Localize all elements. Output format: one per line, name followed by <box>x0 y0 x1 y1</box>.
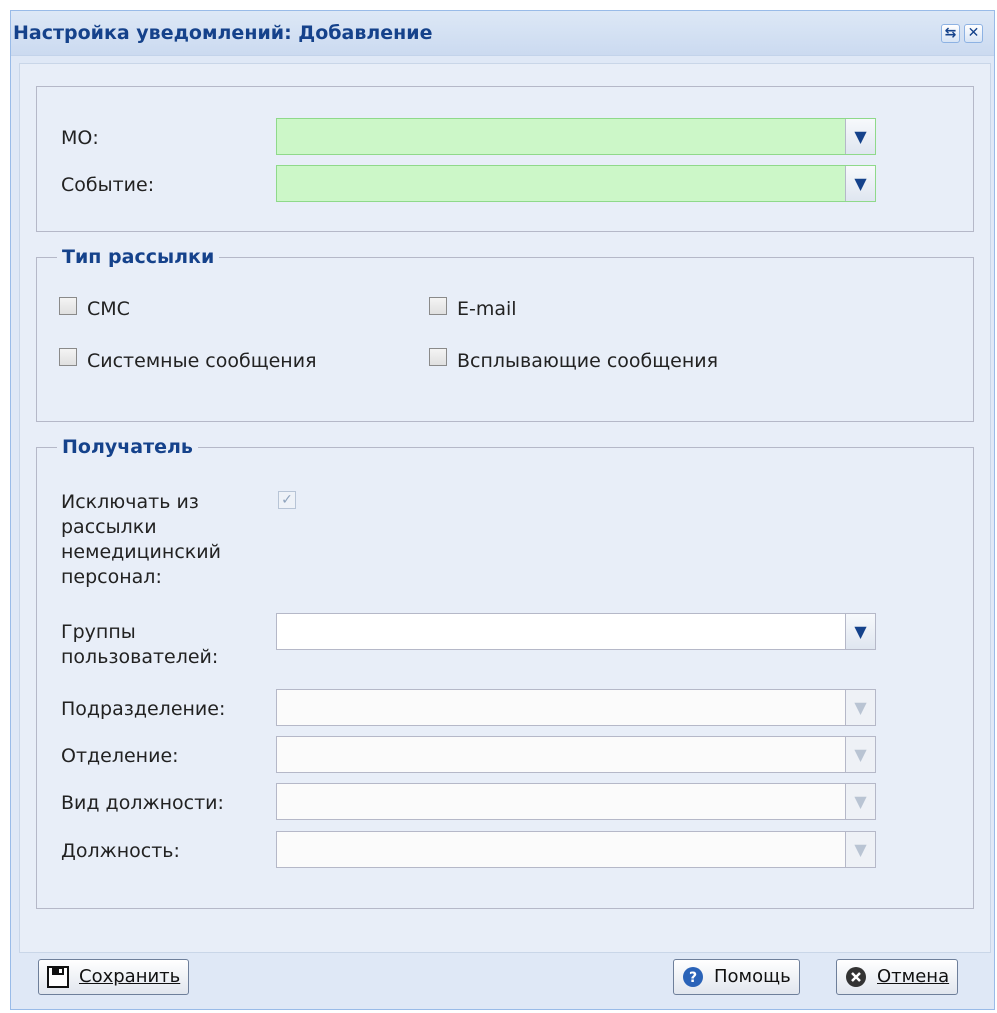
cancel-button[interactable]: Отмена <box>836 959 959 995</box>
system-messages-label: Системные сообщения <box>87 350 317 372</box>
position-input[interactable] <box>277 832 845 867</box>
event-label: Событие: <box>61 174 155 196</box>
popup-messages-checkbox[interactable] <box>429 348 447 366</box>
save-icon <box>47 966 69 988</box>
position-dropdown-icon[interactable]: ▼ <box>845 832 875 867</box>
position-type-input[interactable] <box>277 784 845 819</box>
save-label: Сохранить <box>79 966 181 987</box>
sms-checkbox[interactable] <box>59 297 77 315</box>
mailing-type-panel: Тип рассылки СМС E-mail Системные сообще… <box>36 246 974 422</box>
exclude-label-line: персонал: <box>61 566 162 588</box>
position-type-combo[interactable]: ▼ <box>276 783 876 820</box>
department-combo[interactable]: ▼ <box>276 736 876 773</box>
department-input[interactable] <box>277 737 845 772</box>
main-fields-panel: МО: ▼ Событие: ▼ <box>36 86 974 232</box>
email-checkbox[interactable] <box>429 297 447 315</box>
mo-input[interactable] <box>277 119 845 154</box>
subdivision-dropdown-icon[interactable]: ▼ <box>845 690 875 725</box>
recipient-panel: Получатель Исключать из рассылки немедиц… <box>36 436 974 909</box>
email-label: E-mail <box>457 298 517 320</box>
exclude-label-line: Исключать из <box>61 491 199 513</box>
mo-dropdown-icon[interactable]: ▼ <box>845 119 875 154</box>
subdivision-label: Подразделение: <box>61 698 226 720</box>
position-type-label: Вид должности: <box>61 792 224 814</box>
user-groups-label: Группы пользователей: <box>61 620 218 670</box>
exclude-nonmedical-label: Исключать из рассылки немедицинский перс… <box>61 490 221 590</box>
notification-settings-window: Настройка уведомлений: Добавление ⇆ ✕ МО… <box>10 10 995 1010</box>
svg-text:?: ? <box>689 970 697 986</box>
help-button[interactable]: ? Помощь <box>673 959 800 995</box>
exclude-label-line: рассылки <box>61 516 157 538</box>
window-titlebar[interactable]: Настройка уведомлений: Добавление ⇆ ✕ <box>11 11 994 56</box>
position-label: Должность: <box>61 840 180 862</box>
mailing-type-legend: Тип рассылки <box>57 246 220 268</box>
recipient-legend: Получатель <box>57 436 198 458</box>
window-title: Настройка уведомлений: Добавление <box>13 22 433 44</box>
user-groups-combo[interactable]: ▼ <box>276 613 876 650</box>
exclude-nonmedical-checkbox[interactable]: ✓ <box>278 491 296 509</box>
refresh-icon[interactable]: ⇆ <box>941 24 960 43</box>
form-body: МО: ▼ Событие: ▼ Тип рассылки СМС E-mail… <box>19 63 991 953</box>
user-groups-dropdown-icon[interactable]: ▼ <box>845 614 875 649</box>
popup-messages-label: Всплывающие сообщения <box>457 350 719 372</box>
exclude-label-line: немедицинский <box>61 541 221 563</box>
help-label: Помощь <box>714 966 791 987</box>
sms-label: СМС <box>87 298 130 320</box>
system-messages-checkbox[interactable] <box>59 348 77 366</box>
subdivision-input[interactable] <box>277 690 845 725</box>
event-combo[interactable]: ▼ <box>276 165 876 202</box>
window-footer: Сохранить ? Помощь Отмена <box>11 959 994 1011</box>
position-type-dropdown-icon[interactable]: ▼ <box>845 784 875 819</box>
user-groups-input[interactable] <box>277 614 845 649</box>
close-icon[interactable]: ✕ <box>964 24 983 43</box>
subdivision-combo[interactable]: ▼ <box>276 689 876 726</box>
save-button[interactable]: Сохранить <box>38 959 190 995</box>
event-dropdown-icon[interactable]: ▼ <box>845 166 875 201</box>
cancel-label: Отмена <box>877 966 950 987</box>
position-combo[interactable]: ▼ <box>276 831 876 868</box>
user-groups-label-line: пользователей: <box>61 646 219 668</box>
mo-combo[interactable]: ▼ <box>276 118 876 155</box>
cancel-icon <box>846 967 866 987</box>
user-groups-label-line: Группы <box>61 621 136 643</box>
department-label: Отделение: <box>61 745 179 767</box>
help-icon: ? <box>683 967 703 987</box>
department-dropdown-icon[interactable]: ▼ <box>845 737 875 772</box>
event-input[interactable] <box>277 166 845 201</box>
mo-label: МО: <box>61 127 99 149</box>
